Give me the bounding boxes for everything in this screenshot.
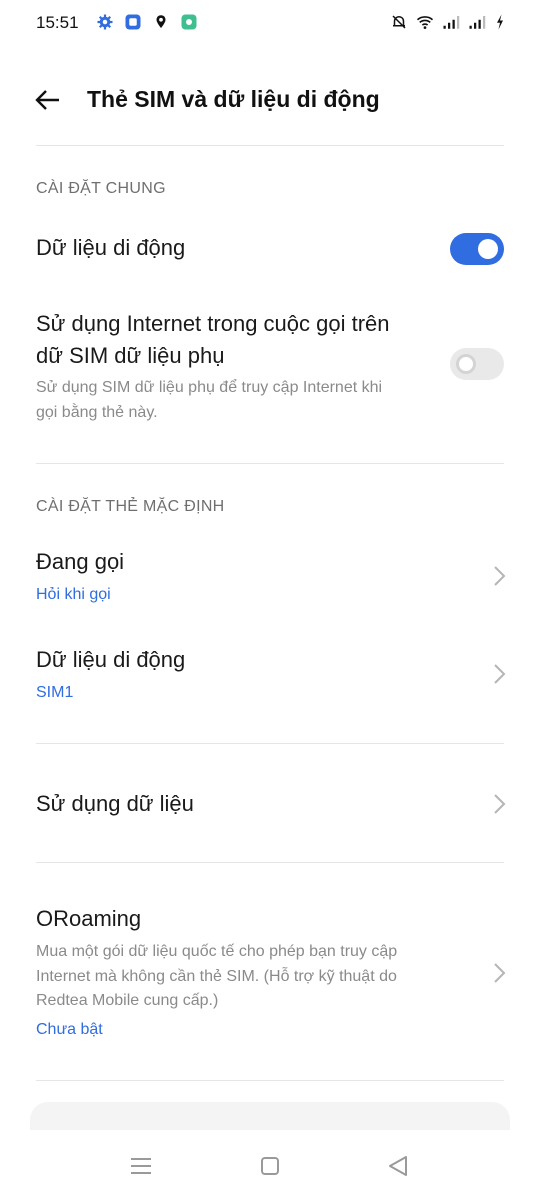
- divider: [36, 463, 504, 464]
- back-arrow-icon[interactable]: [32, 84, 64, 116]
- menu-icon[interactable]: [127, 1152, 155, 1180]
- mobile-data-row[interactable]: Dữ liệu di động: [0, 222, 540, 278]
- mobile-data-sim-title: Dữ liệu di động: [36, 647, 186, 672]
- home-square-icon[interactable]: [256, 1152, 284, 1180]
- app-header: Thẻ SIM và dữ liệu di động: [0, 76, 540, 126]
- wifi-icon: [416, 16, 434, 29]
- location-pin-icon: [156, 15, 166, 28]
- page-title: Thẻ SIM và dữ liệu di động: [87, 86, 380, 112]
- divider: [36, 1080, 504, 1081]
- app-square-icon: [125, 14, 141, 30]
- toggle-knob: [478, 239, 498, 259]
- gear-icon: [97, 14, 113, 30]
- oroaming-title: ORoaming: [36, 906, 142, 931]
- status-bar: 15:51: [0, 0, 540, 46]
- status-right-icons: [390, 13, 506, 31]
- mobile-data-toggle[interactable]: [450, 233, 504, 265]
- status-left-icons: [96, 13, 198, 31]
- calling-sim-row[interactable]: Đang gọi Hỏi khi gọi: [0, 540, 540, 616]
- secondary-sim-subtitle-line2: gọi bằng thẻ này.: [36, 404, 158, 421]
- secondary-sim-title-line1: Sử dụng Internet trong cuộc gọi trên: [36, 311, 390, 336]
- mobile-data-sim-row[interactable]: Dữ liệu di động SIM1: [0, 638, 540, 714]
- chevron-right-icon: [494, 566, 506, 586]
- navigation-bar: [0, 1130, 540, 1200]
- oroaming-status: Chưa bật: [36, 1021, 103, 1038]
- mobile-data-title: Dữ liệu di động: [36, 235, 186, 260]
- oroaming-desc-line3: Redtea Mobile cung cấp.): [36, 992, 219, 1009]
- divider: [36, 743, 504, 744]
- data-usage-row[interactable]: Sử dụng dữ liệu: [0, 770, 540, 840]
- data-usage-title: Sử dụng dữ liệu: [36, 791, 194, 816]
- divider: [36, 862, 504, 863]
- app-badge-icon: [181, 14, 197, 30]
- secondary-sim-internet-row[interactable]: Sử dụng Internet trong cuộc gọi trên dữ …: [0, 300, 540, 440]
- divider: [36, 145, 504, 146]
- secondary-sim-subtitle-line1: Sử dụng SIM dữ liệu phụ để truy cập Inte…: [36, 379, 383, 396]
- mobile-data-sim-value: SIM1: [36, 684, 74, 701]
- secondary-sim-title-line2: dữ SIM dữ liệu phụ: [36, 343, 225, 368]
- secondary-sim-toggle[interactable]: [450, 348, 504, 380]
- signal-icon: [469, 16, 486, 29]
- charging-icon: [497, 14, 503, 30]
- oroaming-desc-line1: Mua một gói dữ liệu quốc tế cho phép bạn…: [36, 943, 398, 960]
- bell-off-icon: [392, 15, 406, 29]
- oroaming-row[interactable]: ORoaming Mua một gói dữ liệu quốc tế cho…: [0, 895, 540, 1055]
- section-header-default-sim: CÀI ĐẶT THẺ MẶC ĐỊNH: [36, 498, 225, 515]
- chevron-right-icon: [494, 794, 506, 814]
- signal-icon: [443, 16, 460, 29]
- section-header-general: CÀI ĐẶT CHUNG: [36, 180, 166, 197]
- chevron-right-icon: [494, 664, 506, 684]
- chevron-right-icon: [494, 963, 506, 983]
- calling-value: Hỏi khi gọi: [36, 586, 111, 603]
- toggle-knob: [456, 354, 476, 374]
- calling-title: Đang gọi: [36, 549, 125, 574]
- oroaming-desc-line2: Internet mà không cần thẻ SIM. (Hỗ trợ k…: [36, 968, 397, 985]
- status-time: 15:51: [36, 13, 79, 32]
- back-triangle-icon[interactable]: [384, 1152, 412, 1180]
